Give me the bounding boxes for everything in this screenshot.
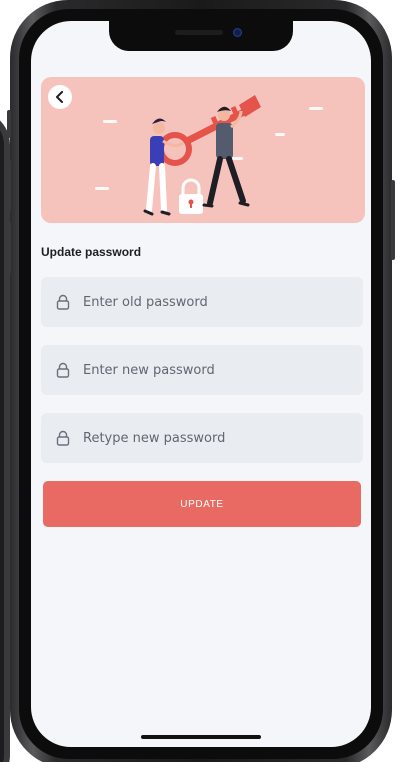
notch bbox=[109, 21, 293, 51]
retype-password-input[interactable] bbox=[83, 430, 323, 446]
lock-icon bbox=[56, 362, 70, 378]
chevron-left-icon bbox=[56, 91, 63, 103]
update-button[interactable]: UPDATE bbox=[43, 481, 361, 527]
screen: Update password UPDATE bbox=[31, 21, 371, 747]
speaker-grille bbox=[175, 30, 223, 35]
volume-down-button bbox=[7, 222, 11, 274]
mute-switch bbox=[7, 110, 11, 138]
retype-password-field[interactable] bbox=[41, 413, 363, 463]
back-button[interactable] bbox=[48, 85, 72, 109]
power-button bbox=[391, 180, 395, 260]
volume-up-button bbox=[7, 160, 11, 212]
front-camera bbox=[233, 28, 242, 37]
home-indicator bbox=[141, 735, 261, 739]
phone-frame: Update password UPDATE bbox=[7, 0, 395, 762]
lock-icon bbox=[56, 294, 70, 310]
old-password-field[interactable] bbox=[41, 277, 363, 327]
people-carrying-key-illustration bbox=[95, 95, 323, 216]
hero-illustration bbox=[41, 77, 365, 223]
lock-icon bbox=[56, 430, 70, 446]
stage: Update password UPDATE bbox=[0, 0, 397, 762]
new-password-input[interactable] bbox=[83, 362, 323, 378]
new-password-field[interactable] bbox=[41, 345, 363, 395]
old-password-input[interactable] bbox=[83, 294, 323, 310]
phone-bezel: Update password UPDATE bbox=[19, 9, 383, 759]
section-title: Update password bbox=[41, 245, 142, 259]
